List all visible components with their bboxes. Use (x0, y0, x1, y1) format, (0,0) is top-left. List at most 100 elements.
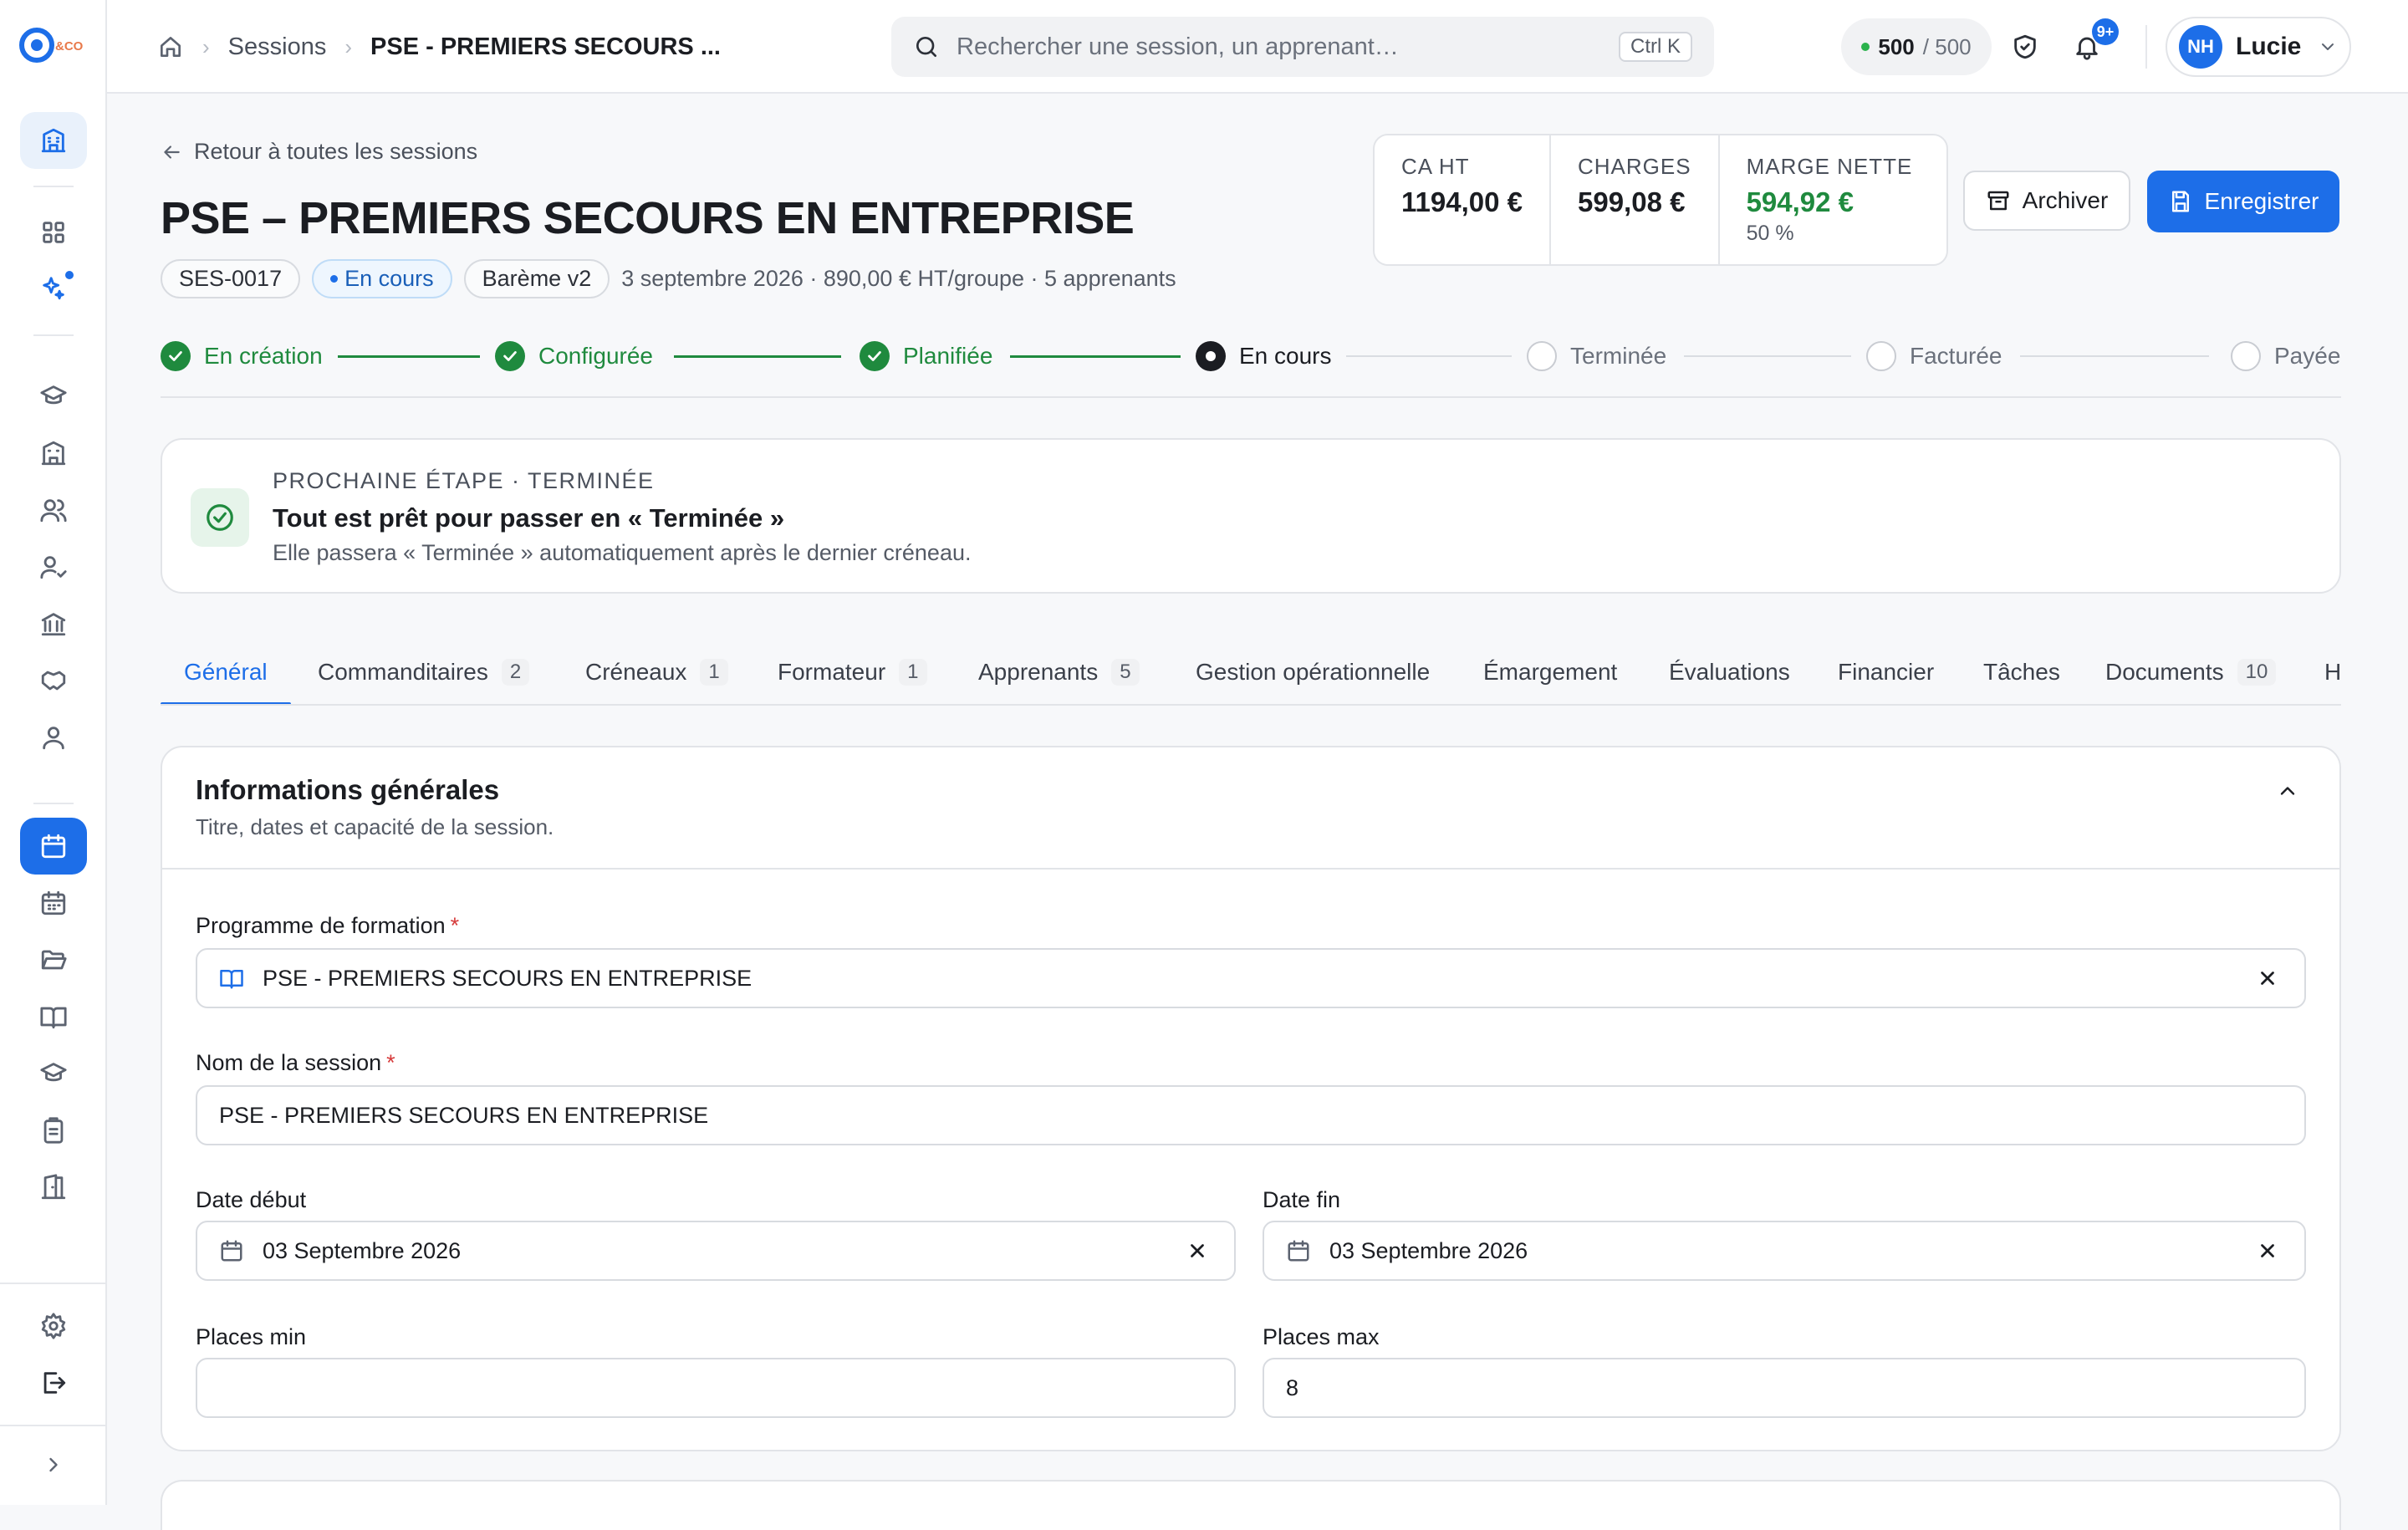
step-connector (1684, 355, 1851, 357)
svg-text:&CO: &CO (55, 39, 84, 54)
graduation-cap-icon (39, 382, 68, 411)
date-end-field[interactable]: 03 Septembre 2026 (1263, 1221, 2306, 1281)
breadcrumb: › Sessions › PSE - PREMIERS SECOURS ... (157, 30, 721, 64)
session-meta: SES-0017 En cours Barème v2 3 septembre … (161, 259, 1176, 298)
tab-historique[interactable]: H (2324, 639, 2341, 704)
sidebar-item-catalogue[interactable] (20, 988, 87, 1045)
tab-documents[interactable]: Documents 10 (2105, 639, 2277, 704)
stat-value: 594,92 € (1746, 186, 1854, 217)
sidebar-item-dashboard[interactable] (20, 204, 87, 261)
quota-badge[interactable]: 500 / 500 (1841, 18, 1992, 75)
chevron-right-icon (42, 1453, 65, 1476)
step-configuree: Configurée (495, 338, 653, 375)
users-icon (39, 723, 68, 752)
sidebar-item-logout[interactable] (20, 1354, 87, 1411)
sidebar-item-settings[interactable] (20, 1298, 87, 1354)
tab-label: H (2324, 659, 2341, 685)
sidebar-item-entreprises[interactable] (20, 425, 87, 482)
handshake-icon (39, 666, 68, 695)
tab-apprenants[interactable]: Apprenants 5 (978, 639, 1140, 704)
sidebar-item-equipe[interactable] (20, 709, 87, 766)
stat-ca: CA HT 1194,00 € (1375, 135, 1551, 264)
sidebar-item-organisation[interactable] (20, 112, 87, 169)
sidebar-item-apprenants[interactable] (20, 538, 87, 595)
next-step-banner: PROCHAINE ÉTAPE · TERMINÉE Tout est prêt… (161, 438, 2341, 594)
sidebar: &CO (0, 0, 107, 1505)
sidebar-separator (33, 334, 74, 336)
clear-icon[interactable] (2252, 1236, 2283, 1266)
date-end-value: 03 Septembre 2026 (1329, 1237, 1528, 1263)
clear-icon[interactable] (2252, 963, 2283, 993)
tab-gestion-operationnelle[interactable]: Gestion opérationnelle (1196, 639, 1430, 704)
tab-taches[interactable]: Tâches (1983, 639, 2060, 704)
logout-icon (39, 1369, 68, 1397)
date-end-label: Date fin (1263, 1187, 1341, 1212)
tab-label: Émargement (1483, 659, 1618, 685)
breadcrumb-sessions[interactable]: Sessions (228, 33, 327, 61)
date-start-field[interactable]: 03 Septembre 2026 (196, 1221, 1236, 1281)
sidebar-item-salles[interactable] (20, 1159, 87, 1216)
sidebar-item-planning[interactable] (20, 875, 87, 931)
user-menu[interactable]: NH Lucie (2166, 17, 2351, 77)
next-step-title: Tout est prêt pour passer en « Terminée … (273, 503, 785, 533)
tab-commanditaires[interactable]: Commanditaires 2 (318, 639, 530, 704)
step-label: Payée (2274, 343, 2341, 369)
home-icon[interactable] (157, 33, 184, 60)
tab-evaluations[interactable]: Évaluations (1669, 639, 1790, 704)
programme-select[interactable]: PSE - PREMIERS SECOURS EN ENTREPRISE (196, 948, 2306, 1008)
sidebar-item-taches[interactable] (20, 1102, 87, 1159)
places-min-input[interactable] (196, 1358, 1236, 1418)
app-logo[interactable]: &CO (18, 23, 89, 67)
save-button[interactable]: Enregistrer (2147, 171, 2339, 232)
card-header: Informations générales Titre, dates et c… (162, 747, 2339, 870)
programme-label: Programme de formation * (196, 913, 460, 938)
sidebar-separator (33, 186, 74, 187)
back-link-label: Retour à toutes les sessions (194, 139, 478, 164)
sidebar-expand-button[interactable] (20, 1436, 87, 1493)
clear-icon[interactable] (1182, 1236, 1212, 1266)
places-max-input[interactable]: 8 (1263, 1358, 2306, 1418)
status-dot (330, 275, 339, 283)
step-label: En cours (1239, 343, 1332, 369)
next-step-description: Elle passera « Terminée » automatiquemen… (273, 540, 972, 565)
shield-button[interactable] (2007, 28, 2043, 65)
save-icon (2168, 189, 2193, 214)
session-name-input[interactable]: PSE - PREMIERS SECOURS EN ENTREPRISE (196, 1085, 2306, 1145)
sidebar-separator (0, 1283, 107, 1284)
sidebar-item-formations[interactable] (20, 368, 87, 425)
sidebar-item-documents[interactable] (20, 931, 87, 988)
pending-step-icon (2231, 341, 2261, 371)
sidebar-item-sessions[interactable] (20, 818, 87, 875)
tab-label: Apprenants (978, 659, 1099, 685)
stat-value: 1194,00 € (1401, 186, 1523, 217)
sidebar-item-partenaires[interactable] (20, 652, 87, 709)
step-connector (2020, 355, 2209, 357)
user-check-icon (39, 553, 68, 581)
card-subtitle: Titre, dates et capacité de la session. (196, 814, 554, 839)
tab-financier[interactable]: Financier (1838, 639, 1934, 704)
collapse-button[interactable] (2269, 773, 2306, 809)
search-icon (913, 33, 940, 60)
sidebar-separator (0, 1425, 107, 1426)
sidebar-item-contacts[interactable] (20, 482, 87, 538)
places-max-label: Places max (1263, 1324, 1380, 1349)
tab-emargement[interactable]: Émargement (1483, 639, 1618, 704)
graduation-cap-icon (39, 1059, 68, 1088)
step-label: Configurée (538, 343, 653, 369)
sidebar-item-formateurs[interactable] (20, 1045, 87, 1102)
back-link[interactable]: Retour à toutes les sessions (161, 139, 477, 165)
tab-label: Créneaux (585, 659, 687, 685)
stat-marge: MARGE NETTE 594,92 € 50 % (1720, 135, 1940, 264)
session-name-value: PSE - PREMIERS SECOURS EN ENTREPRISE (219, 1102, 709, 1128)
bank-icon (39, 609, 68, 638)
search-placeholder: Rechercher une session, un apprenant… (957, 33, 1399, 60)
sidebar-item-assistant[interactable] (20, 259, 87, 316)
tab-general[interactable]: Général (161, 639, 291, 704)
search-input[interactable]: Rechercher une session, un apprenant… Ct… (891, 17, 1714, 77)
tab-count: 5 (1111, 659, 1140, 686)
sidebar-item-financeurs[interactable] (20, 595, 87, 652)
archive-button[interactable]: Archiver (1963, 171, 2130, 231)
tab-creneaux[interactable]: Créneaux 1 (585, 639, 728, 704)
tab-formateur[interactable]: Formateur 1 (778, 639, 927, 704)
stat-label: MARGE NETTE (1746, 154, 1913, 179)
